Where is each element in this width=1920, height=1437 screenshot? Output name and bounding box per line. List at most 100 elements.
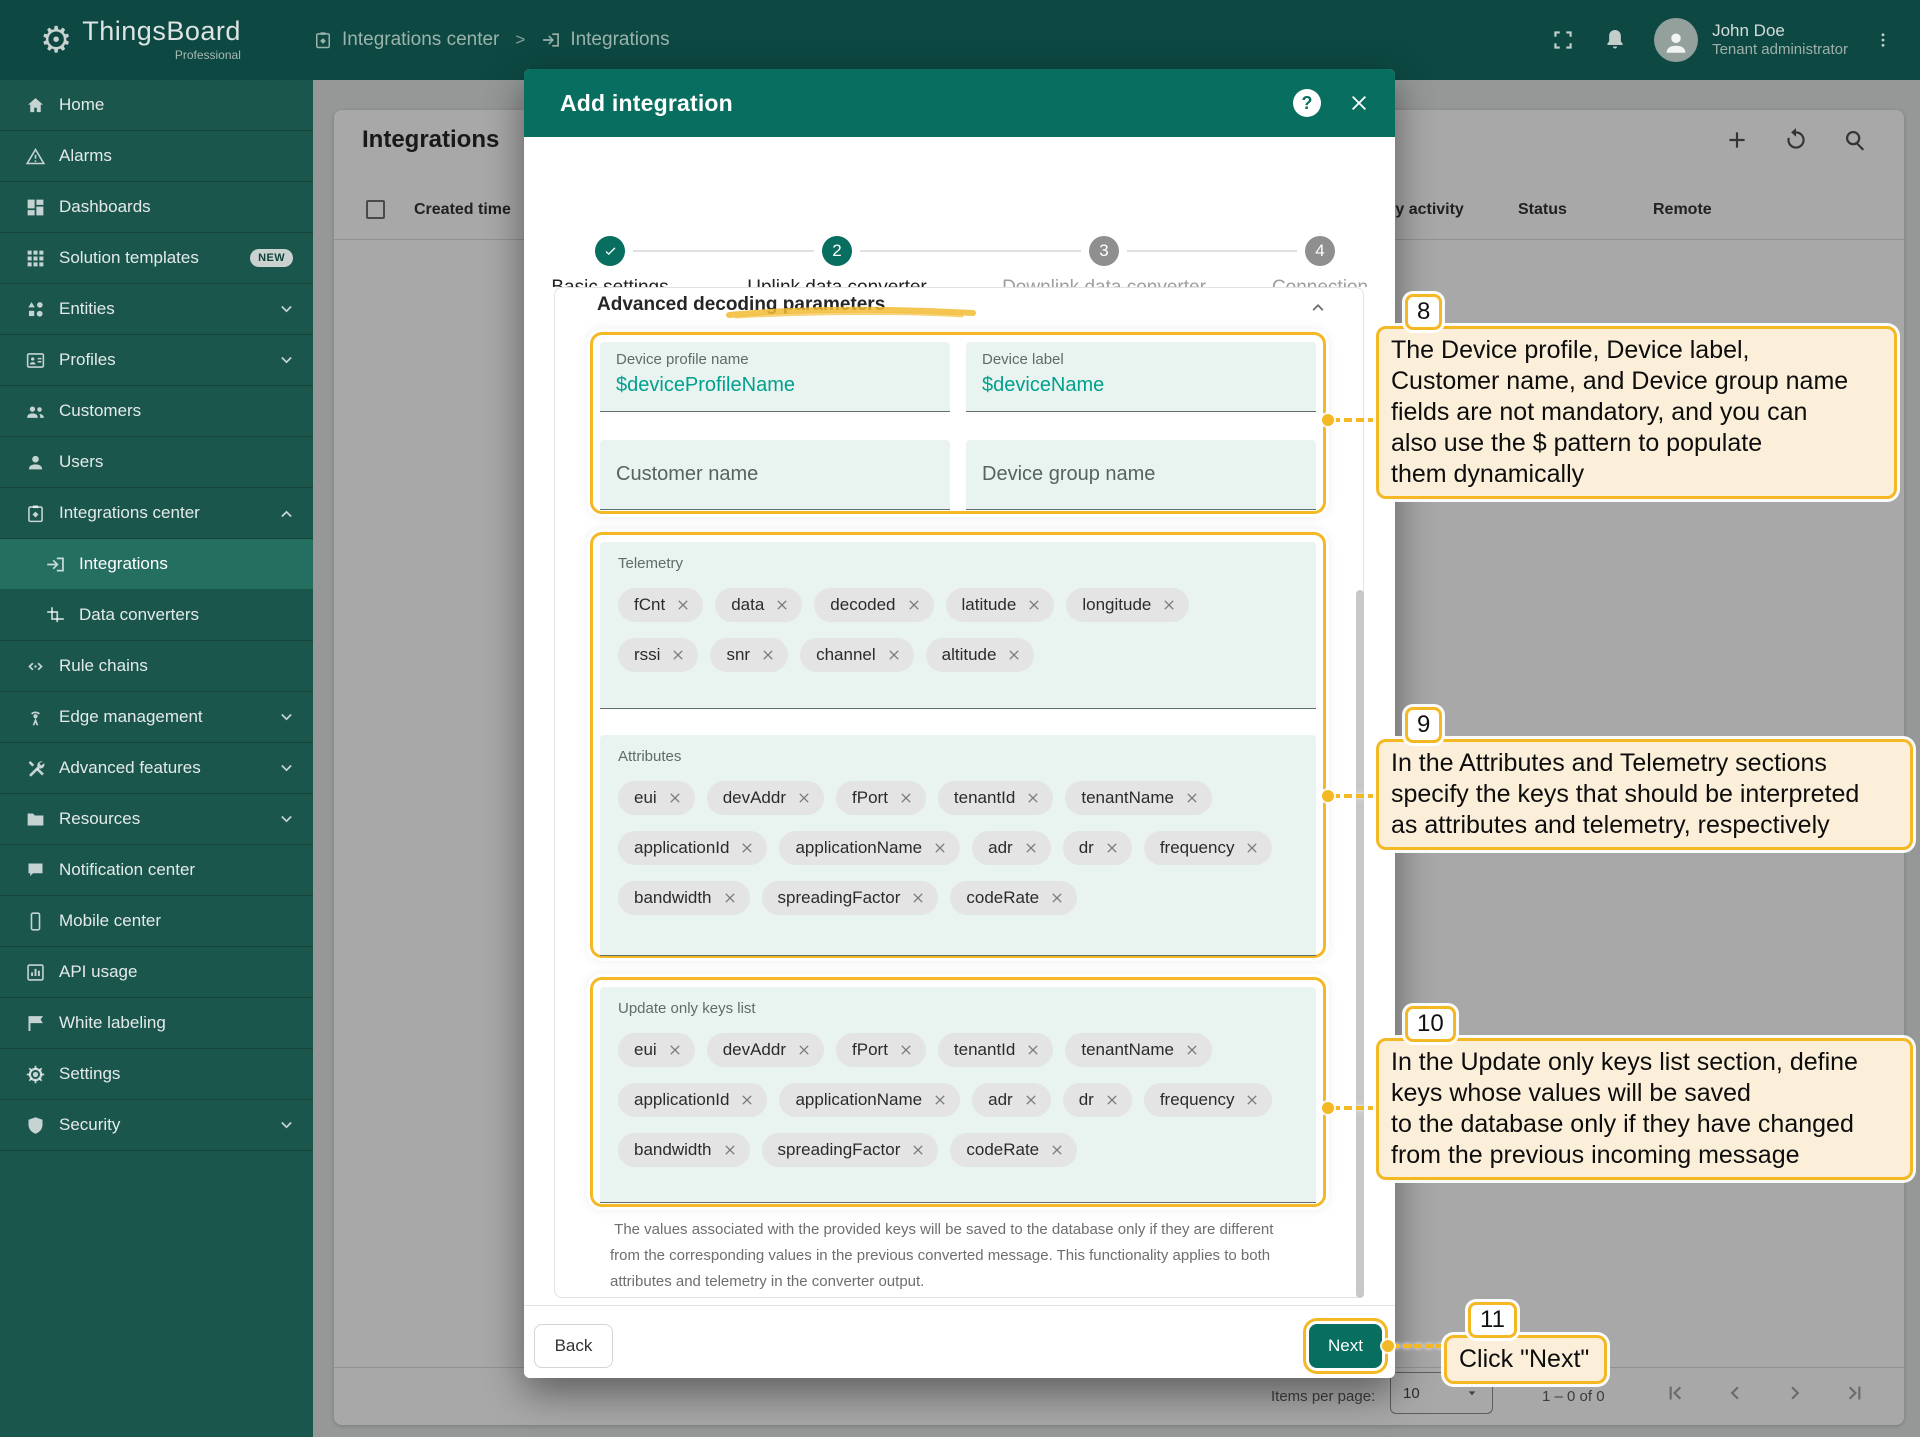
sidebar: HomeAlarmsDashboardsSolution templatesNE… — [0, 80, 313, 1437]
update-only-keys-field[interactable]: Update only keys listeuidevAddrfPorttena… — [600, 987, 1316, 1203]
notifications-bell-icon[interactable] — [1602, 27, 1628, 53]
sidebar-item-label: Advanced features — [59, 758, 201, 778]
sidebar-item-alarms[interactable]: Alarms — [0, 131, 313, 182]
remove-key-icon[interactable] — [1184, 790, 1200, 806]
sidebar-item-edge-management[interactable]: Edge management — [0, 692, 313, 743]
thingsboard-logo[interactable]: ⚙ ThingsBoard Professional — [0, 18, 313, 62]
remove-key-icon[interactable] — [1023, 1092, 1039, 1108]
remove-key-icon[interactable] — [722, 1142, 738, 1158]
user-name: John Doe — [1712, 20, 1848, 41]
help-icon[interactable] — [1293, 89, 1321, 117]
remove-key-icon[interactable] — [886, 647, 902, 663]
remove-key-icon[interactable] — [910, 1142, 926, 1158]
remove-key-icon[interactable] — [932, 1092, 948, 1108]
remove-key-icon[interactable] — [1184, 1042, 1200, 1058]
field-customer-name[interactable]: Customer name — [600, 440, 950, 510]
back-button[interactable]: Back — [534, 1324, 613, 1368]
key-chip-applicationname: applicationName — [779, 1083, 960, 1117]
field-device-group-name[interactable]: Device group name — [966, 440, 1316, 510]
sidebar-item-label: Profiles — [59, 350, 116, 370]
sidebar-item-entities[interactable]: Entities — [0, 284, 313, 335]
field-device-label[interactable]: Device label$deviceName — [966, 342, 1316, 412]
key-chip-altitude: altitude — [926, 638, 1035, 672]
telemetry-keys-field[interactable]: TelemetryfCntdatadecodedlatitudelongitud… — [600, 542, 1316, 709]
remove-key-icon[interactable] — [932, 840, 948, 856]
remove-key-icon[interactable] — [670, 647, 686, 663]
sidebar-item-customers[interactable]: Customers — [0, 386, 313, 437]
remove-key-icon[interactable] — [1244, 1092, 1260, 1108]
keys-section-label: Telemetry — [618, 555, 1298, 572]
chip-row: bandwidthspreadingFactorcodeRate — [618, 1133, 1298, 1167]
key-chip-spreadingfactor: spreadingFactor — [762, 1133, 939, 1167]
sidebar-item-security[interactable]: Security — [0, 1100, 313, 1151]
sidebar-item-white-labeling[interactable]: White labeling — [0, 998, 313, 1049]
attributes-keys-field[interactable]: AttributeseuidevAddrfPorttenantIdtenantN… — [600, 735, 1316, 956]
close-icon[interactable] — [1347, 91, 1371, 115]
remove-key-icon[interactable] — [739, 1092, 755, 1108]
chip-label: dr — [1079, 1090, 1094, 1110]
remove-key-icon[interactable] — [667, 790, 683, 806]
sidebar-item-rule-chains[interactable]: Rule chains — [0, 641, 313, 692]
sidebar-item-solution-templates[interactable]: Solution templatesNEW — [0, 233, 313, 284]
dialog-title: Add integration — [560, 90, 733, 117]
remove-key-icon[interactable] — [898, 1042, 914, 1058]
field-device-profile-name[interactable]: Device profile name$deviceProfileName — [600, 342, 950, 412]
remove-key-icon[interactable] — [1023, 840, 1039, 856]
remove-key-icon[interactable] — [760, 647, 776, 663]
sidebar-item-integrations-center[interactable]: Integrations center — [0, 488, 313, 539]
sidebar-item-mobile-center[interactable]: Mobile center — [0, 896, 313, 947]
remove-key-icon[interactable] — [1049, 890, 1065, 906]
remove-key-icon[interactable] — [675, 597, 691, 613]
remove-key-icon[interactable] — [1006, 647, 1022, 663]
remove-key-icon[interactable] — [739, 840, 755, 856]
key-chip-devaddr: devAddr — [707, 1033, 824, 1067]
chip-row: rssisnrchannelaltitude — [618, 638, 1298, 672]
sidebar-item-label: Settings — [59, 1064, 120, 1084]
dialog-scrollbar[interactable] — [1356, 590, 1364, 1298]
mobile-center-icon — [25, 911, 46, 932]
fullscreen-icon[interactable] — [1550, 27, 1576, 53]
remove-key-icon[interactable] — [910, 890, 926, 906]
remove-key-icon[interactable] — [898, 790, 914, 806]
remove-key-icon[interactable] — [1049, 1142, 1065, 1158]
step-3-circle[interactable]: 3 — [1089, 236, 1119, 266]
more-menu-icon[interactable] — [1874, 27, 1892, 53]
remove-key-icon[interactable] — [796, 790, 812, 806]
remove-key-icon[interactable] — [722, 890, 738, 906]
key-chip-channel: channel — [800, 638, 914, 672]
remove-key-icon[interactable] — [1026, 597, 1042, 613]
advanced-features-icon — [25, 758, 46, 779]
remove-key-icon[interactable] — [667, 1042, 683, 1058]
chip-label: tenantId — [954, 788, 1015, 808]
remove-key-icon[interactable] — [796, 1042, 812, 1058]
user-menu[interactable]: John Doe Tenant administrator — [1654, 18, 1848, 62]
remove-key-icon[interactable] — [1104, 1092, 1120, 1108]
sidebar-item-data-converters[interactable]: Data converters — [0, 590, 313, 641]
sidebar-item-advanced-features[interactable]: Advanced features — [0, 743, 313, 794]
remove-key-icon[interactable] — [774, 597, 790, 613]
remove-key-icon[interactable] — [1104, 840, 1120, 856]
sidebar-item-integrations[interactable]: Integrations — [0, 539, 313, 590]
step-4-circle[interactable]: 4 — [1305, 236, 1335, 266]
breadcrumb-item-integrations[interactable]: Integrations — [541, 29, 669, 51]
remove-key-icon[interactable] — [1244, 840, 1260, 856]
sidebar-item-settings[interactable]: Settings — [0, 1049, 313, 1100]
next-button[interactable]: Next — [1309, 1324, 1382, 1368]
sidebar-item-home[interactable]: Home — [0, 80, 313, 131]
sidebar-item-dashboards[interactable]: Dashboards — [0, 182, 313, 233]
sidebar-item-api-usage[interactable]: API usage — [0, 947, 313, 998]
sidebar-item-users[interactable]: Users — [0, 437, 313, 488]
step-2-circle[interactable]: 2 — [822, 236, 852, 266]
remove-key-icon[interactable] — [906, 597, 922, 613]
sidebar-item-notification-center[interactable]: Notification center — [0, 845, 313, 896]
remove-key-icon[interactable] — [1025, 790, 1041, 806]
chip-label: bandwidth — [634, 888, 712, 908]
sidebar-item-label: Rule chains — [59, 656, 148, 676]
remove-key-icon[interactable] — [1025, 1042, 1041, 1058]
step-1-circle[interactable] — [595, 236, 625, 266]
remove-key-icon[interactable] — [1161, 597, 1177, 613]
sidebar-item-resources[interactable]: Resources — [0, 794, 313, 845]
chevron-up-icon[interactable] — [1307, 296, 1329, 318]
sidebar-item-profiles[interactable]: Profiles — [0, 335, 313, 386]
breadcrumb-item-integrations-center[interactable]: Integrations center — [313, 29, 499, 51]
